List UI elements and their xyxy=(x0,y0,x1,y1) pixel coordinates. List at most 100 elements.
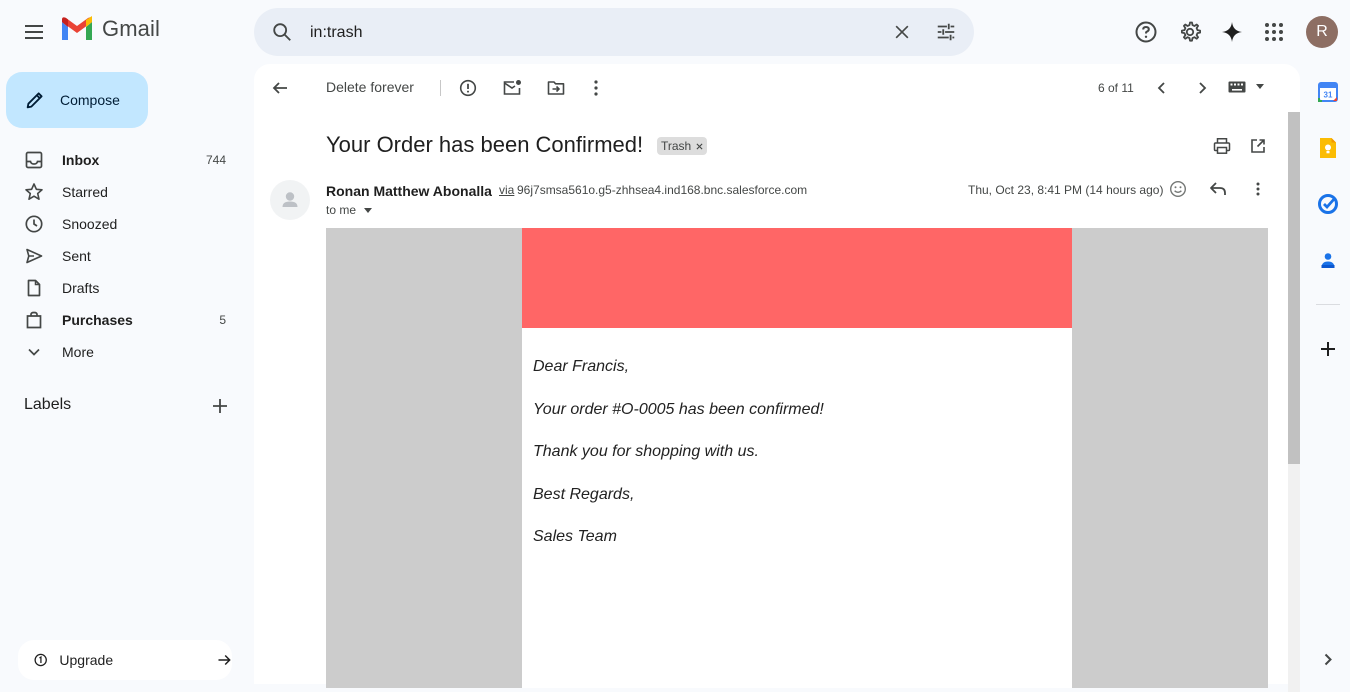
emoji-icon xyxy=(1169,180,1187,198)
newer-button[interactable] xyxy=(1142,68,1182,108)
email-subject: Your Order has been Confirmed! xyxy=(326,132,644,157)
email-signoff: Best Regards, xyxy=(533,486,635,503)
label-chip-text: Trash xyxy=(661,139,692,153)
draft-icon xyxy=(27,279,41,297)
report-spam-button[interactable] xyxy=(448,68,488,108)
clear-search-button[interactable] xyxy=(882,12,922,52)
more-actions-button[interactable] xyxy=(576,68,616,108)
chevron-down-icon xyxy=(28,348,40,356)
chevron-left-icon xyxy=(1157,82,1165,94)
mark-unread-button[interactable] xyxy=(492,68,532,108)
search-bar[interactable] xyxy=(254,8,974,58)
email-body-line: Thank you for shopping with us. xyxy=(533,443,759,460)
sidebar-item-snoozed[interactable]: Snoozed xyxy=(0,208,246,240)
app-name: Gmail xyxy=(102,16,160,41)
move-to-button[interactable] xyxy=(536,68,576,108)
email-body-line: Your order #O-0005 has been confirmed! xyxy=(533,401,824,418)
folder-move-icon xyxy=(547,81,565,95)
apps-grid-icon xyxy=(1265,23,1283,41)
sidebar-item-label: Sent xyxy=(62,248,91,264)
gmail-logo[interactable]: Gmail xyxy=(60,16,160,42)
report-icon xyxy=(459,79,477,97)
show-side-panel-button[interactable] xyxy=(1316,648,1340,672)
sparkle-icon xyxy=(1222,22,1242,42)
reply-button[interactable] xyxy=(1198,169,1238,209)
keep-icon xyxy=(1320,138,1336,158)
chevron-right-icon xyxy=(1324,653,1332,666)
message-view: Delete forever 6 of 11 Your Order has be… xyxy=(254,64,1300,692)
upgrade-label: Upgrade xyxy=(59,652,114,668)
labels-header: Labels xyxy=(24,396,72,413)
clock-icon xyxy=(25,215,43,233)
recipient-details-toggle[interactable]: to me xyxy=(326,203,373,217)
sidebar-item-label: Starred xyxy=(62,184,108,200)
delete-forever-button[interactable]: Delete forever xyxy=(326,79,414,95)
email-header-banner xyxy=(522,228,1072,328)
sender-avatar[interactable] xyxy=(270,180,310,220)
search-options-button[interactable] xyxy=(926,12,966,52)
sidebar-item-label: Snoozed xyxy=(62,216,118,232)
input-tools-button[interactable] xyxy=(1228,80,1264,94)
scrollbar-thumb[interactable] xyxy=(1288,112,1300,464)
sidebar-item-purchases[interactable]: Purchases 5 xyxy=(0,304,246,336)
keyboard-icon xyxy=(1228,81,1246,93)
chevron-right-icon xyxy=(1199,82,1207,94)
hamburger-menu-icon xyxy=(25,25,43,39)
settings-button[interactable] xyxy=(1170,12,1210,52)
support-button[interactable] xyxy=(1126,12,1166,52)
sidebar-item-label: Drafts xyxy=(62,280,100,296)
search-input[interactable] xyxy=(308,8,872,58)
compose-label: Compose xyxy=(60,92,120,108)
sidebar-item-label: More xyxy=(62,344,94,360)
via-link[interactable]: via xyxy=(499,183,514,197)
contacts-app-button[interactable] xyxy=(1316,248,1340,272)
sidebar-item-starred[interactable]: Starred xyxy=(0,176,246,208)
pagination-status: 6 of 11 xyxy=(1098,81,1134,95)
remove-label-icon[interactable] xyxy=(696,142,703,150)
plus-icon xyxy=(1321,342,1335,356)
open-in-new-icon xyxy=(1251,139,1265,153)
message-more-button[interactable] xyxy=(1238,169,1278,209)
gmail-m-icon xyxy=(62,16,92,40)
recipient-text: to me xyxy=(326,203,357,217)
google-apps-button[interactable] xyxy=(1254,12,1294,52)
label-chip-trash[interactable]: Trash xyxy=(657,137,708,155)
upgrade-button[interactable]: Upgrade xyxy=(18,640,232,680)
gear-icon xyxy=(1181,21,1201,42)
sidebar-item-drafts[interactable]: Drafts xyxy=(0,272,246,304)
main-menu-button[interactable] xyxy=(14,12,54,52)
back-button[interactable] xyxy=(260,68,300,108)
add-reaction-button[interactable] xyxy=(1158,169,1198,209)
email-greeting: Dear Francis, xyxy=(533,358,630,375)
sidebar-item-more[interactable]: More xyxy=(0,336,246,368)
tasks-icon xyxy=(1318,194,1338,214)
inbox-icon xyxy=(25,151,43,169)
compose-button[interactable]: Compose xyxy=(6,72,148,128)
sidebar-item-label: Purchases xyxy=(62,312,133,328)
get-addons-button[interactable] xyxy=(1316,337,1340,361)
sidebar-item-inbox[interactable]: Inbox 744 xyxy=(0,144,246,176)
sidebar-item-sent[interactable]: Sent xyxy=(0,240,246,272)
tune-icon xyxy=(937,23,955,41)
sender-name[interactable]: Ronan Matthew Abonalla xyxy=(326,183,492,199)
gemini-button[interactable] xyxy=(1212,12,1252,52)
sidebar-item-label: Inbox xyxy=(62,152,100,168)
account-avatar[interactable]: R xyxy=(1306,16,1338,48)
tasks-app-button[interactable] xyxy=(1316,192,1340,216)
side-panel-divider xyxy=(1316,304,1340,305)
keep-app-button[interactable] xyxy=(1316,136,1340,160)
create-label-button[interactable] xyxy=(200,386,240,426)
sender-address: 96j7smsa561o.g5-zhhsea4.ind168.bnc.sales… xyxy=(517,183,808,197)
search-button[interactable] xyxy=(262,12,302,52)
reply-icon xyxy=(1210,182,1226,195)
print-all-button[interactable] xyxy=(1202,126,1242,166)
calendar-icon: 31 xyxy=(1318,82,1338,102)
caret-down-icon xyxy=(364,207,373,213)
open-new-window-button[interactable] xyxy=(1238,126,1278,166)
older-button[interactable] xyxy=(1182,68,1222,108)
arrow-left-icon xyxy=(272,82,287,94)
contacts-icon xyxy=(1321,253,1335,268)
sidebar-nav: Inbox 744 Starred Snoozed Sent Drafts Pu… xyxy=(0,144,246,368)
calendar-app-button[interactable]: 31 xyxy=(1316,80,1340,104)
pencil-icon xyxy=(26,92,43,109)
